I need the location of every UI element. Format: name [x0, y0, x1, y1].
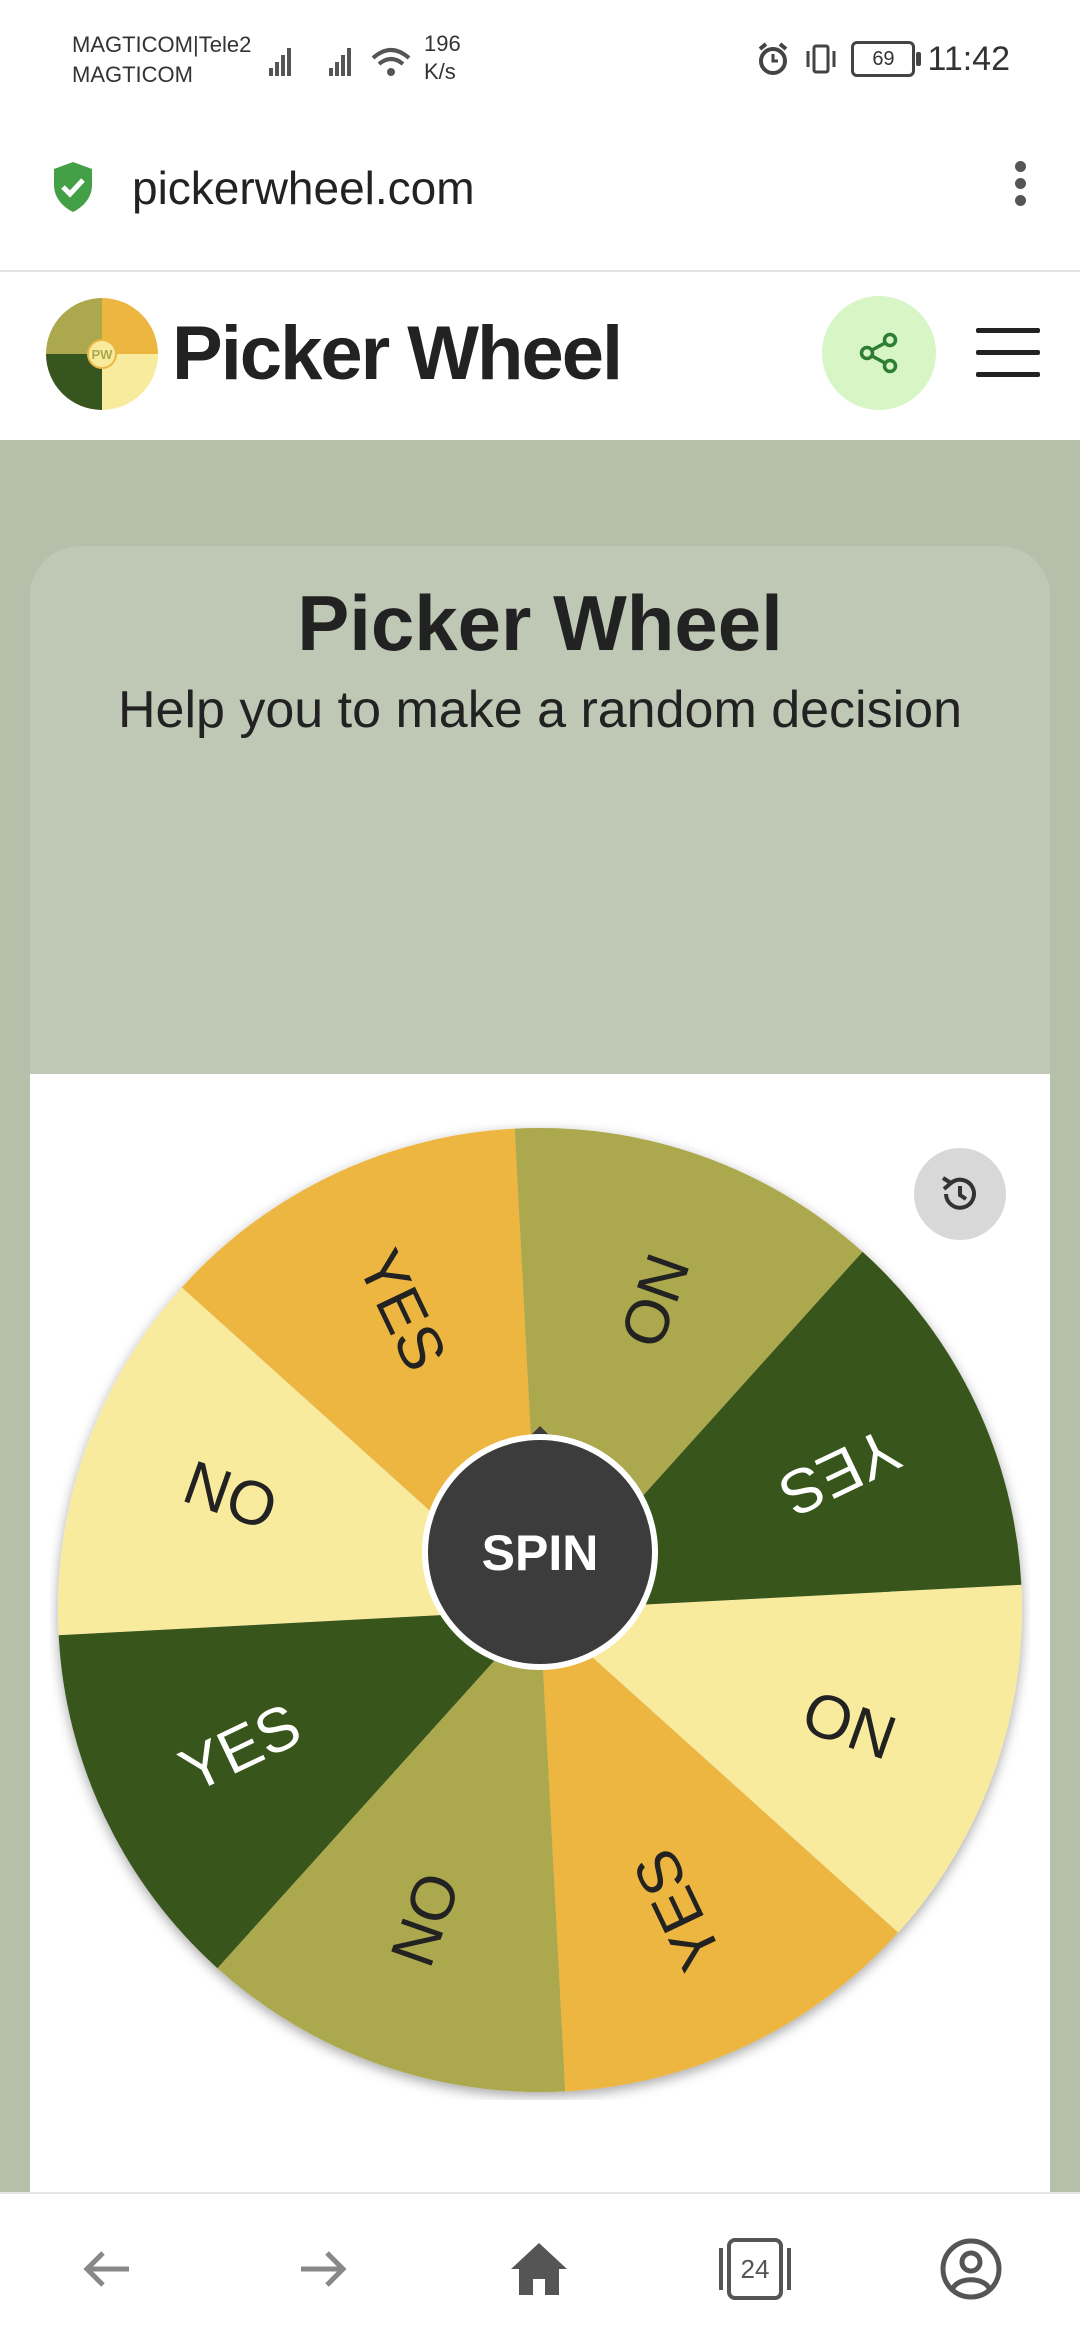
account-button[interactable]	[926, 2224, 1016, 2314]
back-button[interactable]	[62, 2224, 152, 2314]
history-button[interactable]	[914, 1148, 1006, 1240]
network-speed: 196 K/s	[424, 30, 461, 86]
hero-title: Picker Wheel	[297, 579, 783, 667]
hero-card: Picker Wheel Help you to make a random d…	[30, 546, 1050, 1076]
account-icon	[940, 2238, 1002, 2300]
status-bar: MAGTICOM|Tele2 MAGTICOM 196 K/s 69 11:42	[0, 0, 1080, 125]
site-header: PW Picker Wheel	[0, 272, 1080, 440]
shield-check-icon	[54, 162, 92, 212]
tab-count: 24	[740, 2254, 770, 2284]
picker-wheel-logo[interactable]: PW	[44, 296, 160, 412]
picker-wheel[interactable]: YESNOYESNO YESNOYESNO SPIN	[50, 1120, 1030, 2100]
speed-value: 196	[424, 31, 461, 56]
clock: 11:42	[927, 39, 1010, 78]
tabs-button[interactable]: 24	[710, 2224, 800, 2314]
back-arrow-icon	[83, 2251, 129, 2287]
hamburger-icon[interactable]	[976, 328, 1040, 378]
battery-level: 69	[872, 47, 895, 70]
logo-text: PW	[92, 347, 114, 362]
alarm-icon	[759, 42, 788, 75]
home-icon	[511, 2243, 567, 2295]
forward-arrow-icon	[301, 2251, 347, 2287]
signal-icon	[269, 48, 411, 76]
status-right: 69 11:42	[755, 34, 1010, 84]
more-vert-icon[interactable]	[1010, 155, 1030, 215]
spin-label[interactable]: SPIN	[482, 1525, 599, 1581]
battery-icon: 69	[851, 41, 922, 77]
history-icon	[941, 1176, 976, 1210]
home-button[interactable]	[494, 2224, 584, 2314]
share-icon	[859, 332, 898, 374]
hero-subtitle: Help you to make a random decision	[117, 681, 962, 739]
bottom-nav: 24	[0, 2192, 1080, 2342]
speed-unit: K/s	[424, 59, 456, 84]
vibrate-icon	[806, 44, 836, 74]
url-text[interactable]: pickerwheel.com	[132, 161, 475, 215]
carrier-line-2: MAGTICOM	[72, 62, 193, 87]
url-bar[interactable]: pickerwheel.com	[0, 125, 1080, 272]
forward-button[interactable]	[278, 2224, 368, 2314]
carrier-line-1: MAGTICOM|Tele2	[72, 32, 252, 57]
carrier-info: MAGTICOM|Tele2 MAGTICOM	[72, 30, 251, 90]
brand-name[interactable]: Picker Wheel	[172, 310, 623, 397]
share-button[interactable]	[822, 296, 936, 410]
